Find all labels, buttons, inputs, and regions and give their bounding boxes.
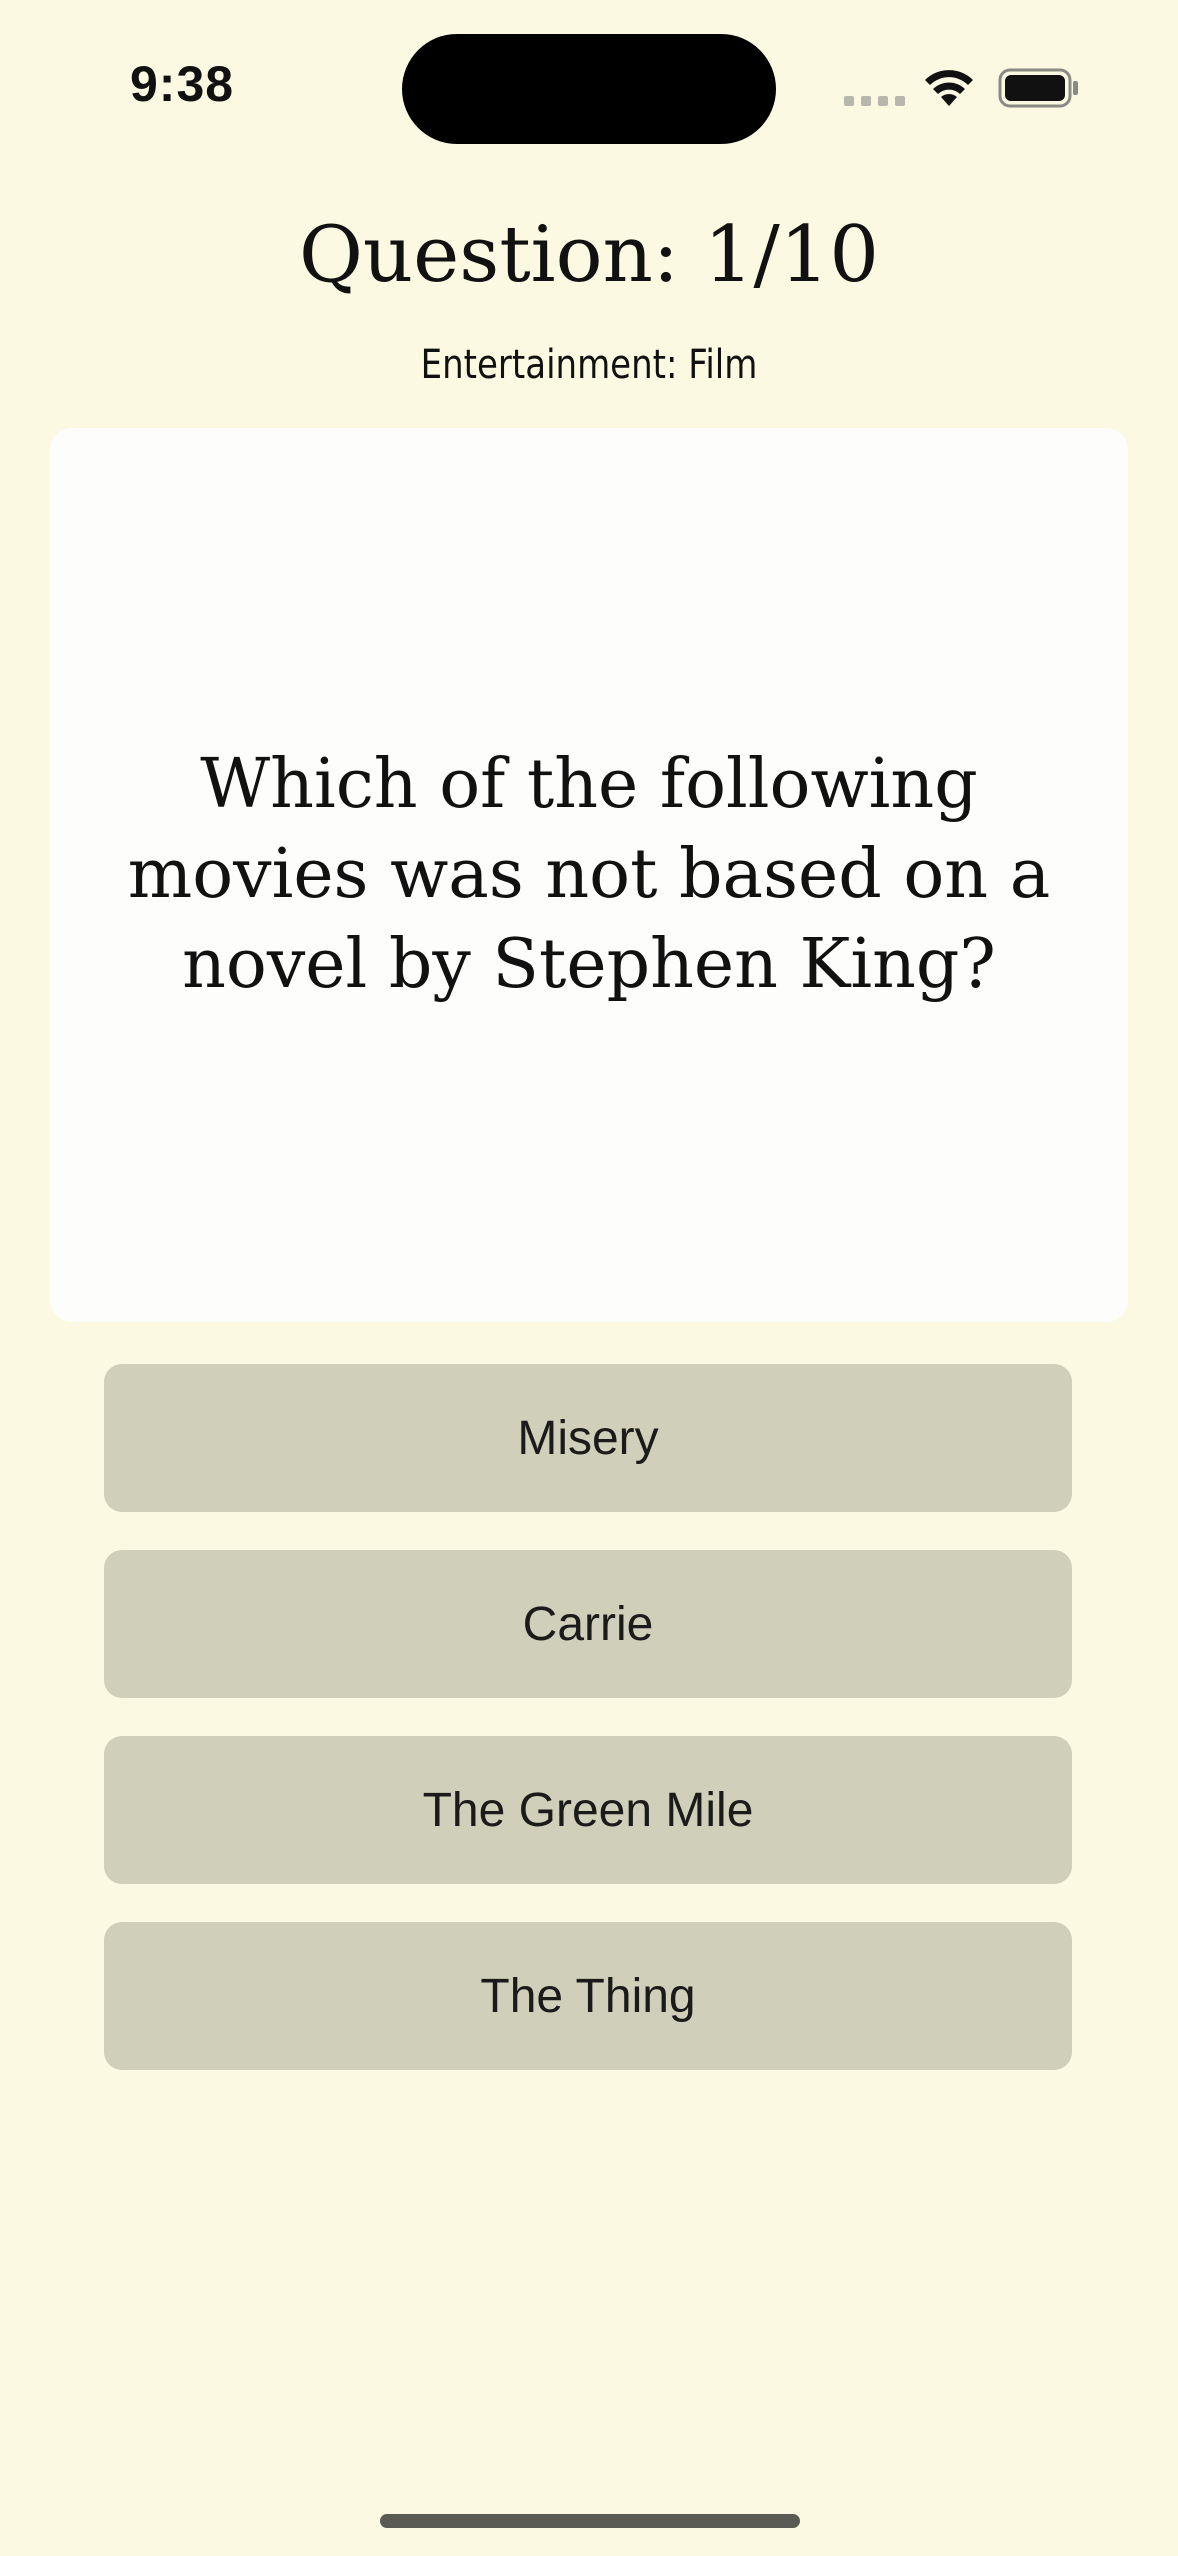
wifi-icon — [925, 70, 973, 106]
signal-icon — [844, 96, 905, 106]
question-card: Which of the following movies was not ba… — [50, 428, 1128, 1322]
status-time: 9:38 — [130, 56, 235, 112]
status-bar: 9:38 — [0, 0, 1178, 180]
battery-icon — [998, 68, 1078, 108]
page-title: Question: 1/10 — [298, 210, 880, 300]
answer-button-misery[interactable]: Misery — [104, 1364, 1072, 1512]
dynamic-island — [402, 34, 776, 144]
home-indicator[interactable] — [380, 2514, 800, 2528]
answer-button-carrie[interactable]: Carrie — [104, 1550, 1072, 1698]
answer-button-the-green-mile[interactable]: The Green Mile — [104, 1736, 1072, 1884]
category-label: Entertainment: Film — [420, 342, 758, 388]
answer-list: Misery Carrie The Green Mile The Thing — [104, 1364, 1072, 2108]
question-text: Which of the following movies was not ba… — [127, 745, 1051, 1004]
answer-button-the-thing[interactable]: The Thing — [104, 1922, 1072, 2070]
